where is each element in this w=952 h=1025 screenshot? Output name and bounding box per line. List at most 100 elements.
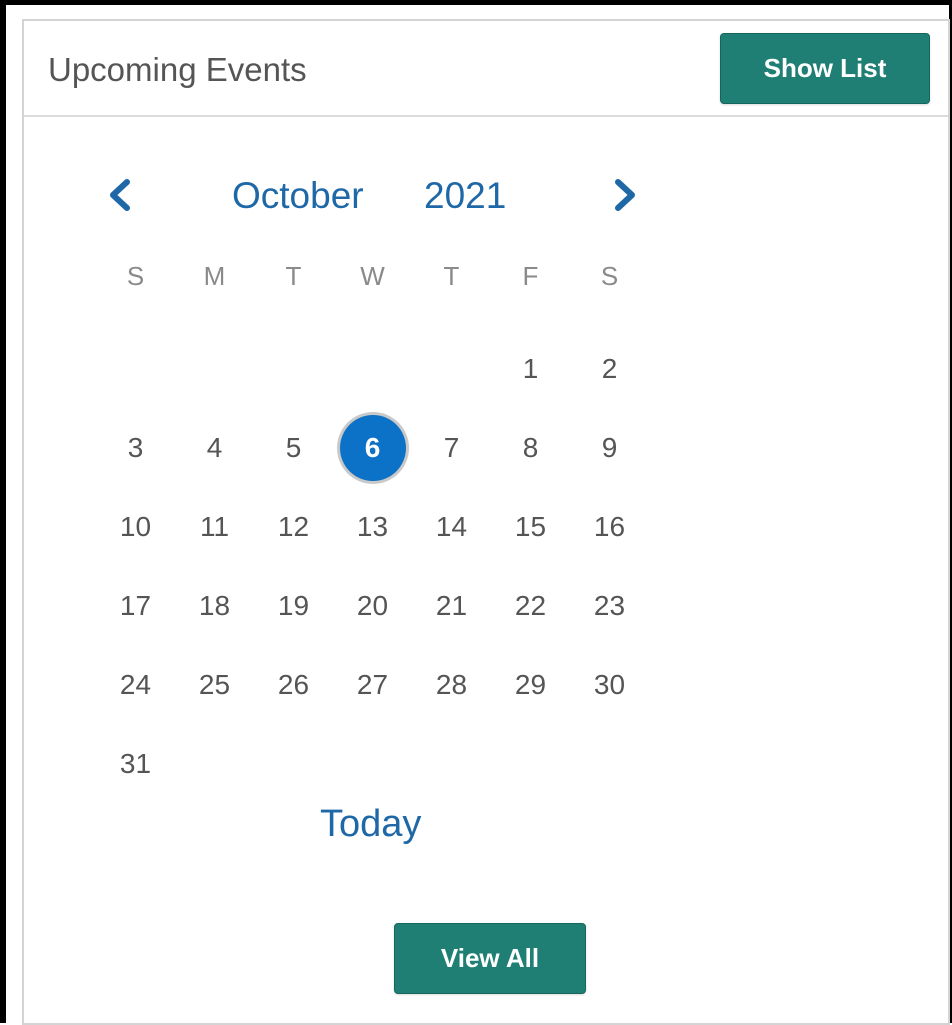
calendar-day-number: 7 bbox=[443, 431, 460, 463]
calendar-day[interactable]: 24 bbox=[96, 645, 175, 724]
chevron-left-icon[interactable] bbox=[104, 177, 136, 213]
calendar-week-row: 31 bbox=[96, 724, 649, 803]
weekday-label: F bbox=[522, 261, 539, 291]
calendar-day-selected[interactable]: 6 bbox=[333, 408, 412, 487]
calendar-day[interactable]: 23 bbox=[570, 566, 649, 645]
calendar-empty-cell bbox=[570, 724, 649, 803]
weekday-label: T bbox=[443, 261, 460, 291]
calendar-empty-cell bbox=[412, 329, 491, 408]
calendar-day[interactable]: 15 bbox=[491, 487, 570, 566]
calendar-empty-cell bbox=[175, 724, 254, 803]
calendar-day-number: 5 bbox=[285, 431, 302, 463]
calendar-empty-cell bbox=[333, 724, 412, 803]
month-label[interactable]: October bbox=[232, 175, 364, 217]
calendar-week-row: 3 4 5 6 7 8 9 bbox=[96, 408, 649, 487]
calendar-empty-cell bbox=[254, 329, 333, 408]
calendar-day[interactable]: 30 bbox=[570, 645, 649, 724]
calendar-day[interactable]: 3 bbox=[96, 408, 175, 487]
calendar-day-number: 10 bbox=[119, 510, 152, 542]
show-list-button[interactable]: Show List bbox=[720, 33, 930, 104]
year-label[interactable]: 2021 bbox=[424, 175, 506, 217]
calendar-day[interactable]: 9 bbox=[570, 408, 649, 487]
calendar-day-number: 19 bbox=[277, 589, 310, 621]
calendar-day-number: 4 bbox=[206, 431, 223, 463]
calendar-grid: S M T W T F S 1 2 3 4 5 6 7 8 9 10 11 12 13 14 15 16 17 1… bbox=[96, 253, 649, 803]
calendar-day[interactable]: 11 bbox=[175, 487, 254, 566]
calendar-empty-cell bbox=[333, 329, 412, 408]
calendar-weeks: 1 2 3 4 5 6 7 8 9 10 11 12 13 14 15 16 17 18 19 20 21 22 23 24 2… bbox=[96, 329, 649, 803]
calendar-day-number: 22 bbox=[514, 589, 547, 621]
calendar-day-number: 28 bbox=[435, 668, 468, 700]
calendar-day[interactable]: 31 bbox=[96, 724, 175, 803]
chevron-right-icon[interactable] bbox=[609, 177, 641, 213]
calendar-day-number: 31 bbox=[119, 747, 152, 779]
calendar-day[interactable]: 21 bbox=[412, 566, 491, 645]
calendar-empty-cell bbox=[96, 329, 175, 408]
calendar-day-number: 15 bbox=[514, 510, 547, 542]
calendar-day-number: 16 bbox=[593, 510, 626, 542]
calendar-empty-cell bbox=[491, 724, 570, 803]
calendar-day[interactable]: 19 bbox=[254, 566, 333, 645]
weekday-label: T bbox=[285, 261, 302, 291]
calendar-day-number: 30 bbox=[593, 668, 626, 700]
calendar-empty-cell bbox=[412, 724, 491, 803]
calendar-day-number: 6 bbox=[339, 414, 406, 481]
weekday-header-row: S M T W T F S bbox=[96, 253, 649, 329]
calendar-day[interactable]: 25 bbox=[175, 645, 254, 724]
calendar-day[interactable]: 12 bbox=[254, 487, 333, 566]
calendar-week-row: 17 18 19 20 21 22 23 bbox=[96, 566, 649, 645]
calendar-day-number: 13 bbox=[356, 510, 389, 542]
calendar-empty-cell bbox=[175, 329, 254, 408]
calendar-day-number: 17 bbox=[119, 589, 152, 621]
calendar-day[interactable]: 17 bbox=[96, 566, 175, 645]
calendar-day[interactable]: 5 bbox=[254, 408, 333, 487]
calendar-day-number: 14 bbox=[435, 510, 468, 542]
calendar-day[interactable]: 8 bbox=[491, 408, 570, 487]
calendar-day[interactable]: 27 bbox=[333, 645, 412, 724]
calendar-week-row: 24 25 26 27 28 29 30 bbox=[96, 645, 649, 724]
calendar-day-number: 1 bbox=[522, 352, 539, 384]
widget-header: Upcoming Events Show List bbox=[24, 21, 948, 117]
calendar-day-number: 23 bbox=[593, 589, 626, 621]
calendar-day[interactable]: 4 bbox=[175, 408, 254, 487]
upcoming-events-widget: Upcoming Events Show List October 2021 S… bbox=[22, 19, 950, 1025]
calendar-day-number: 18 bbox=[198, 589, 231, 621]
calendar-day-number: 25 bbox=[198, 668, 231, 700]
calendar-day[interactable]: 13 bbox=[333, 487, 412, 566]
calendar-week-row: 10 11 12 13 14 15 16 bbox=[96, 487, 649, 566]
calendar-day[interactable]: 26 bbox=[254, 645, 333, 724]
weekday-label: W bbox=[360, 261, 385, 291]
calendar-day[interactable]: 14 bbox=[412, 487, 491, 566]
calendar-day[interactable]: 18 bbox=[175, 566, 254, 645]
calendar-day[interactable]: 20 bbox=[333, 566, 412, 645]
calendar-day[interactable]: 1 bbox=[491, 329, 570, 408]
calendar-day[interactable]: 22 bbox=[491, 566, 570, 645]
calendar-day[interactable]: 16 bbox=[570, 487, 649, 566]
calendar-day-number: 21 bbox=[435, 589, 468, 621]
weekday-label: M bbox=[203, 261, 226, 291]
calendar-day-number: 27 bbox=[356, 668, 389, 700]
calendar-day-number: 12 bbox=[277, 510, 310, 542]
calendar-day[interactable]: 29 bbox=[491, 645, 570, 724]
calendar-day-number: 26 bbox=[277, 668, 310, 700]
calendar-day-number: 20 bbox=[356, 589, 389, 621]
calendar-day-number: 8 bbox=[522, 431, 539, 463]
weekday-label: S bbox=[600, 261, 619, 291]
calendar-day-number: 3 bbox=[127, 431, 144, 463]
calendar-day-number: 29 bbox=[514, 668, 547, 700]
calendar-day-number: 11 bbox=[199, 510, 230, 542]
calendar-day[interactable]: 7 bbox=[412, 408, 491, 487]
calendar-day-number: 2 bbox=[601, 352, 618, 384]
calendar-week-row: 12 bbox=[96, 329, 649, 408]
calendar-day-number: 9 bbox=[601, 431, 618, 463]
calendar-empty-cell bbox=[254, 724, 333, 803]
window-frame: Upcoming Events Show List October 2021 S… bbox=[0, 0, 952, 1025]
widget-title: Upcoming Events bbox=[48, 51, 307, 88]
weekday-label: S bbox=[126, 261, 145, 291]
today-link[interactable]: Today bbox=[320, 803, 421, 846]
view-all-button[interactable]: View All bbox=[394, 923, 586, 994]
calendar-day[interactable]: 2 bbox=[570, 329, 649, 408]
calendar-day[interactable]: 28 bbox=[412, 645, 491, 724]
calendar-day-number: 24 bbox=[119, 668, 152, 700]
calendar-day[interactable]: 10 bbox=[96, 487, 175, 566]
